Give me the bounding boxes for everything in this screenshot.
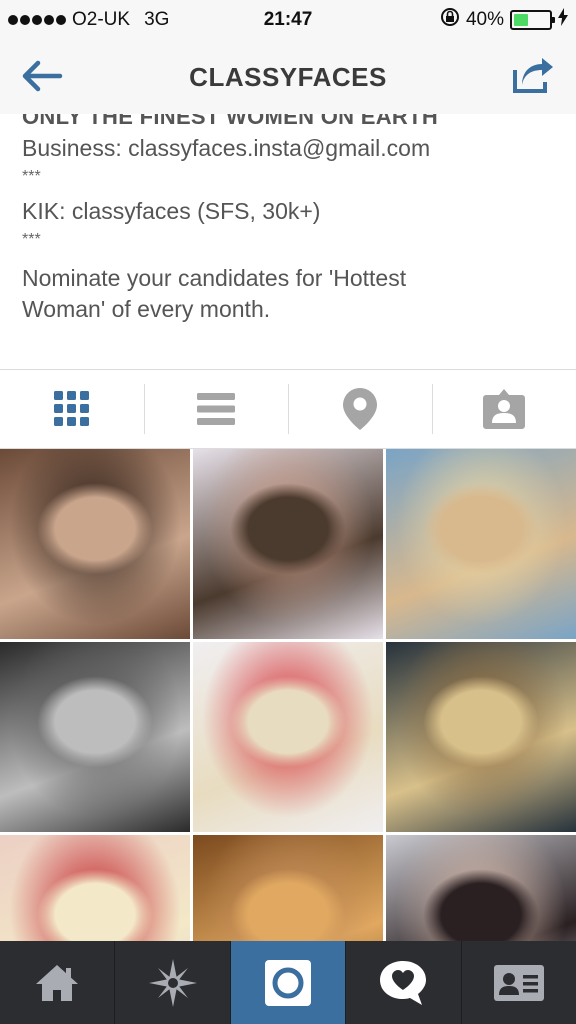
navigation-bar: CLASSYFACES [0,40,576,114]
list-icon [197,393,235,425]
tab-grid-view[interactable] [0,370,144,448]
tab-activity[interactable] [346,941,462,1024]
tab-map-view[interactable] [288,370,432,448]
grid-icon [54,391,89,426]
bio-kik: KIK: classyfaces (SFS, 30k+) [22,198,321,224]
bio-tagline: ONLY THE FINEST WOMEN ON EARTH [22,114,439,129]
battery-level [514,14,528,26]
photo-tile[interactable] [0,449,190,639]
battery-percent: 40% [465,9,504,30]
photo-tile[interactable] [193,642,383,832]
person-tag-icon [483,389,525,429]
tab-profile[interactable] [462,941,576,1024]
status-left: O2-UK 3G [0,9,169,31]
profile-view-tabs [0,369,576,449]
bottom-tab-bar [0,941,576,1024]
carrier-name: O2-UK [72,9,131,30]
back-button[interactable] [18,54,66,98]
camera-icon [265,959,312,1006]
photo-tile[interactable] [0,835,190,941]
bio-nominate-line-2: Woman' of every month. [22,296,271,322]
photo-tile[interactable] [193,835,383,941]
share-icon [513,58,553,93]
location-pin-icon [343,388,377,430]
status-right: 40% [440,0,568,40]
rotation-lock-icon [440,7,460,33]
page-title: CLASSYFACES [189,61,387,92]
photo-tile[interactable] [386,642,576,832]
photo-tile[interactable] [386,835,576,941]
battery-icon [510,10,555,30]
share-button[interactable] [510,54,558,98]
signal-strength-icon [8,15,66,25]
bio-business-email[interactable]: Business: classyfaces.insta@gmail.com [22,133,560,164]
charging-icon [558,8,568,32]
tab-camera[interactable] [230,941,347,1024]
photo-tile[interactable] [386,449,576,639]
explore-star-icon [148,958,197,1007]
tab-tagged-photos[interactable] [432,370,576,448]
status-bar: O2-UK 3G 21:47 40% [0,0,576,40]
back-arrow-icon [22,60,63,92]
tab-home[interactable] [0,941,116,1024]
photo-grid [0,449,576,941]
photo-tile[interactable] [0,642,190,832]
bio-nominate-line-1: Nominate your candidates for 'Hottest [22,265,407,291]
heart-bubble-icon [380,960,427,1005]
network-type: 3G [144,9,170,30]
tab-list-view[interactable] [144,370,288,448]
photo-tile[interactable] [193,449,383,639]
profile-bio: ONLY THE FINEST WOMEN ON EARTH Business:… [0,114,576,369]
home-icon [36,964,79,1001]
tab-explore[interactable] [115,941,231,1024]
bio-separator: *** [22,168,41,185]
profile-card-icon [493,964,544,1001]
bio-separator: *** [22,231,41,248]
